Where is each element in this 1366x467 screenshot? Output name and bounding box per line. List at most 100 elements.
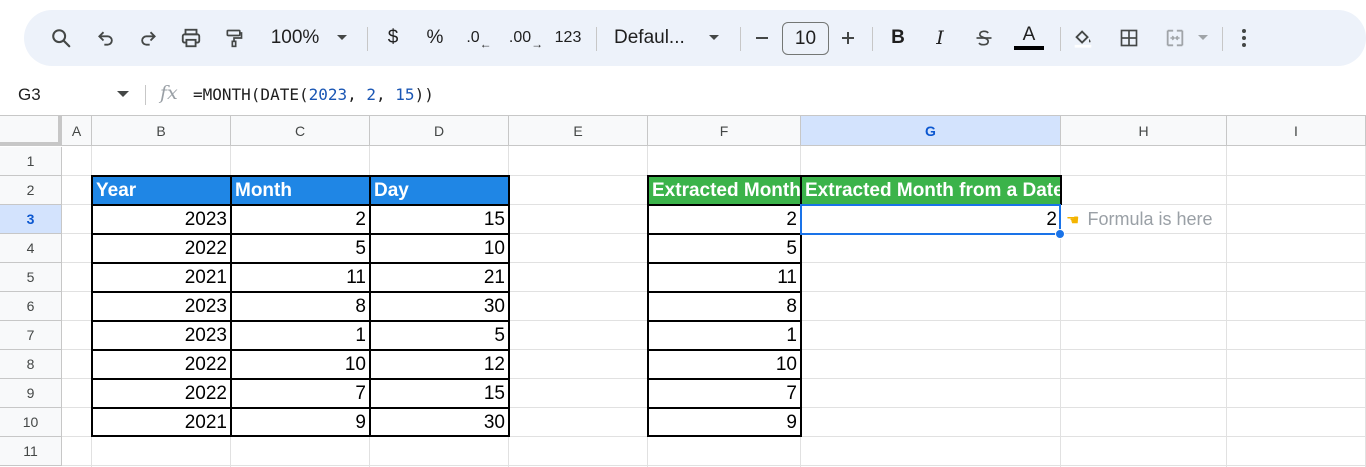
table2-cell[interactable]: 7	[648, 379, 801, 408]
table1-cell[interactable]: 7	[231, 379, 370, 408]
row-header-5[interactable]: 5	[0, 263, 62, 292]
italic-button[interactable]: I	[930, 10, 950, 66]
fill-color-button[interactable]	[1070, 10, 1096, 66]
table1-header-b[interactable]: Year	[92, 176, 231, 205]
table1-header-c[interactable]: Month	[231, 176, 370, 205]
name-box[interactable]: G3	[18, 78, 41, 112]
undo-icon[interactable]	[92, 10, 120, 66]
column-header-i[interactable]: I	[1227, 115, 1366, 146]
font-family-select[interactable]: Defaul...	[614, 10, 694, 66]
merge-chevron-down-icon[interactable]	[1196, 10, 1210, 66]
table2-cell[interactable]: 1	[648, 321, 801, 350]
table1-cell[interactable]: 10	[231, 350, 370, 379]
row-header-7[interactable]: 7	[0, 321, 62, 350]
table2-cell[interactable]: 9	[648, 408, 801, 437]
merge-cells-button[interactable]	[1160, 10, 1190, 66]
column-header-f[interactable]: F	[648, 115, 801, 146]
table2-g-header-border	[1060, 175, 1062, 205]
font-family-value: Defaul...	[614, 27, 685, 48]
table1-cell[interactable]: 5	[231, 234, 370, 263]
row-header-2[interactable]: 2	[0, 176, 62, 205]
row-header-4[interactable]: 4	[0, 234, 62, 263]
table2-cell[interactable]: 10	[648, 350, 801, 379]
table1-cell[interactable]: 30	[370, 292, 509, 321]
table1-cell[interactable]: 11	[231, 263, 370, 292]
table1-cell[interactable]: 9	[231, 408, 370, 437]
bold-button[interactable]: B	[888, 10, 908, 66]
table2-header-f[interactable]: Extracted Month	[648, 176, 801, 205]
table1-cell[interactable]: 15	[370, 205, 509, 234]
table1-cell[interactable]: 2022	[92, 350, 231, 379]
name-box-chevron-down-icon[interactable]	[117, 91, 129, 97]
font-chevron-down-icon[interactable]	[706, 10, 722, 66]
table1-cell[interactable]: 30	[370, 408, 509, 437]
column-header-b[interactable]: B	[92, 115, 231, 146]
table1-cell[interactable]: 2023	[92, 292, 231, 321]
search-icon[interactable]	[46, 10, 76, 66]
table1-cell[interactable]: 8	[231, 292, 370, 321]
currency-format-button[interactable]: $	[382, 10, 404, 66]
table1-cell[interactable]: 21	[370, 263, 509, 292]
zoom-select[interactable]: 100%	[268, 10, 322, 66]
formula-suffix: ))	[414, 85, 434, 104]
table1-cell[interactable]: 1	[231, 321, 370, 350]
font-size-input[interactable]: 10	[782, 22, 829, 55]
table1-cell[interactable]: 12	[370, 350, 509, 379]
table1-cell[interactable]: 2022	[92, 379, 231, 408]
table1-cell[interactable]: 5	[370, 321, 509, 350]
percent-format-button[interactable]: %	[424, 10, 446, 66]
table1-cell[interactable]: 2	[231, 205, 370, 234]
percent-icon: %	[426, 27, 444, 48]
table2-cell[interactable]: 5	[648, 234, 801, 263]
column-header-d[interactable]: D	[370, 115, 509, 146]
more-options-button[interactable]	[1232, 10, 1256, 66]
increase-decimal-button[interactable]: .00 →	[508, 10, 544, 66]
row-header-11[interactable]: 11	[0, 437, 62, 466]
strikethrough-button[interactable]	[972, 10, 996, 66]
redo-icon[interactable]	[134, 10, 162, 66]
column-header-a[interactable]: A	[62, 115, 92, 146]
table2-divider	[647, 407, 802, 409]
table1-header-d[interactable]: Day	[370, 176, 509, 205]
paint-format-icon[interactable]	[220, 10, 248, 66]
row-header-8[interactable]: 8	[0, 350, 62, 379]
borders-button[interactable]	[1116, 10, 1142, 66]
increase-font-size-button[interactable]	[838, 10, 858, 66]
select-all-corner[interactable]	[0, 115, 62, 146]
text-color-button[interactable]: A	[1012, 10, 1046, 66]
table1-cell[interactable]: 15	[370, 379, 509, 408]
arrow-right-icon: →	[531, 37, 544, 51]
table2-header-g[interactable]: Extracted Month from a Date	[801, 176, 1061, 205]
divider	[1060, 27, 1061, 51]
table2-divider	[647, 378, 802, 380]
column-header-e[interactable]: E	[509, 115, 648, 146]
spreadsheet-grid[interactable]: A B C D E F G H I 1 2 3 4 5 6 7 8 9 10 11 Year Month Day 2023 2 1…	[0, 115, 1366, 467]
column-header-c[interactable]: C	[231, 115, 370, 146]
table1-cell[interactable]: 2022	[92, 234, 231, 263]
column-header-h[interactable]: H	[1061, 115, 1227, 146]
row-header-9[interactable]: 9	[0, 379, 62, 408]
table1-cell[interactable]: 2023	[92, 321, 231, 350]
table1-cell[interactable]: 2021	[92, 263, 231, 292]
table1-cell[interactable]: 10	[370, 234, 509, 263]
print-icon[interactable]	[176, 10, 206, 66]
zoom-chevron-down-icon[interactable]	[334, 10, 350, 66]
selected-cell-outline	[800, 204, 1061, 235]
more-formats-button[interactable]: 123	[552, 10, 584, 66]
decrease-decimal-button[interactable]: .0 ←	[464, 10, 494, 66]
table2-divider	[647, 233, 802, 235]
row-header-3[interactable]: 3	[0, 205, 62, 234]
fill-handle[interactable]	[1055, 229, 1065, 239]
row-header-6[interactable]: 6	[0, 292, 62, 321]
table2-cell[interactable]: 11	[648, 263, 801, 292]
table1-cell[interactable]: 2023	[92, 205, 231, 234]
table1-cell[interactable]: 2021	[92, 408, 231, 437]
italic-icon: I	[936, 27, 944, 49]
formula-input[interactable]: =MONTH(DATE(2023, 2, 15))	[193, 78, 434, 112]
row-header-10[interactable]: 10	[0, 408, 62, 437]
table2-cell[interactable]: 8	[648, 292, 801, 321]
row-header-1[interactable]: 1	[0, 147, 62, 176]
column-header-g[interactable]: G	[801, 115, 1061, 146]
decrease-font-size-button[interactable]	[752, 10, 772, 66]
table2-cell[interactable]: 2	[648, 205, 801, 234]
